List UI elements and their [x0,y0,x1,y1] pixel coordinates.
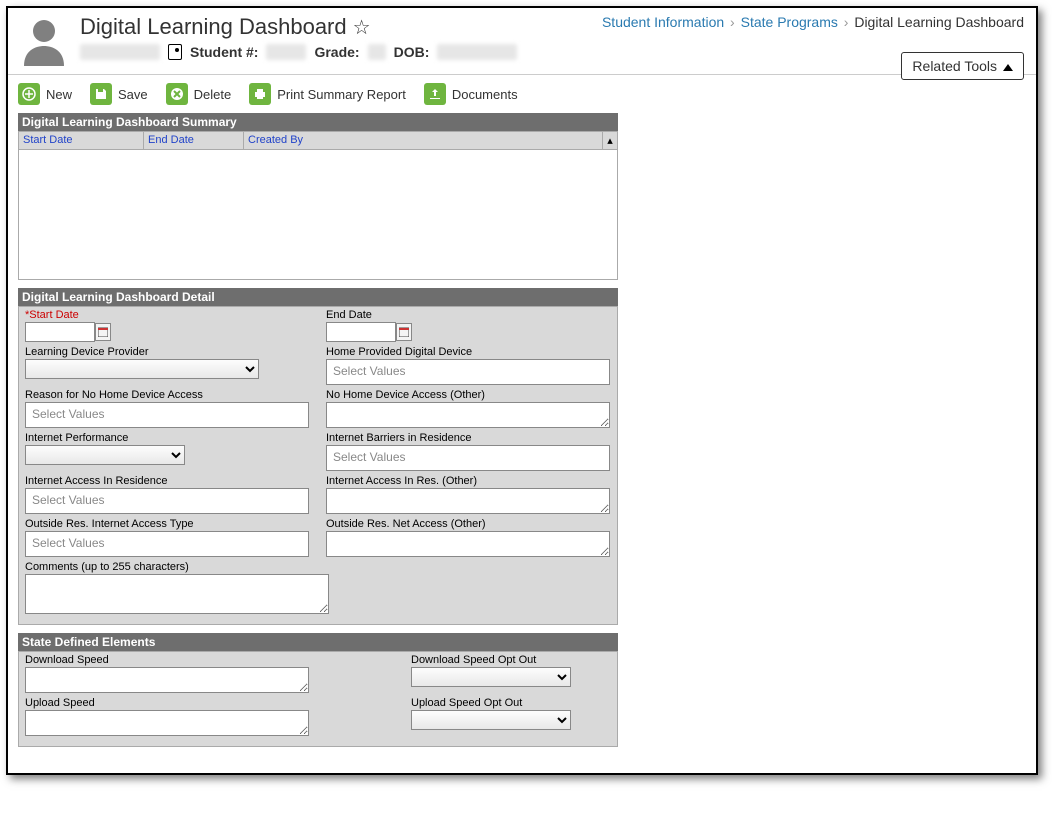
learning-device-provider-label: Learning Device Provider [25,346,310,358]
upload-speed-label: Upload Speed [25,697,395,709]
col-end-date[interactable]: End Date [148,134,194,146]
internet-access-res-other-textarea[interactable] [326,488,610,514]
upload-icon [424,83,446,105]
end-date-input[interactable] [326,322,396,342]
outside-other-textarea[interactable] [326,531,610,557]
download-opt-select[interactable] [411,667,571,687]
breadcrumb-state-programs[interactable]: State Programs [741,14,838,30]
reason-no-home-label: Reason for No Home Device Access [25,389,310,401]
col-start-date[interactable]: Start Date [23,134,73,146]
delete-button[interactable]: Delete [166,83,232,105]
avatar [18,14,70,66]
outside-other-label: Outside Res. Net Access (Other) [326,518,611,530]
chevron-right-icon: › [730,14,735,30]
download-opt-label: Download Speed Opt Out [411,654,571,666]
plus-icon [18,83,40,105]
internet-access-res-other-label: Internet Access In Res. (Other) [326,475,611,487]
internet-barriers-multiselect[interactable]: Select Values [326,445,610,471]
col-created-by[interactable]: Created By [248,134,303,146]
upload-opt-select[interactable] [411,710,571,730]
favorite-star-icon[interactable]: ☆ [353,15,371,40]
page-title: Digital Learning Dashboard [80,14,347,40]
outside-type-label: Outside Res. Internet Access Type [25,518,310,530]
dob-label: DOB: [394,44,430,60]
student-name-redacted: xxxx [80,44,160,60]
home-device-label: Home Provided Digital Device [326,346,611,358]
print-icon [249,83,271,105]
download-speed-textarea[interactable] [25,667,309,693]
breadcrumb: Student Information › State Programs › D… [602,14,1024,30]
internet-access-res-multiselect[interactable]: Select Values [25,488,309,514]
internet-barriers-label: Internet Barriers in Residence [326,432,611,444]
chevron-right-icon: › [844,14,849,30]
dob-redacted: xx [437,44,517,60]
student-number-label: Student #: [190,44,258,60]
documents-button[interactable]: Documents [424,83,518,105]
delete-icon [166,83,188,105]
scroll-up-icon[interactable]: ▴ [603,132,617,149]
internet-perf-label: Internet Performance [25,432,310,444]
save-button[interactable]: Save [90,83,148,105]
no-home-other-label: No Home Device Access (Other) [326,389,611,401]
calendar-icon[interactable] [396,323,412,341]
download-speed-label: Download Speed [25,654,395,666]
no-home-other-textarea[interactable] [326,402,610,428]
summary-grid-body[interactable] [18,150,618,280]
related-tools-label: Related Tools [912,58,997,74]
student-number-redacted: xx [266,44,306,60]
id-card-icon [168,44,182,60]
comments-label: Comments (up to 255 characters) [25,561,329,573]
upload-opt-label: Upload Speed Opt Out [411,697,571,709]
detail-header: Digital Learning Dashboard Detail [18,288,618,306]
end-date-label: End Date [326,309,611,321]
chevron-up-icon [1003,58,1013,74]
print-button[interactable]: Print Summary Report [249,83,406,105]
grade-label: Grade: [314,44,359,60]
related-tools-button[interactable]: Related Tools [901,52,1024,80]
start-date-label: *Start Date [25,309,310,321]
home-device-multiselect[interactable]: Select Values [326,359,610,385]
calendar-icon[interactable] [95,323,111,341]
reason-no-home-multiselect[interactable]: Select Values [25,402,309,428]
breadcrumb-current: Digital Learning Dashboard [854,14,1024,30]
summary-header: Digital Learning Dashboard Summary [18,113,618,131]
state-header: State Defined Elements [18,633,618,651]
new-button[interactable]: New [18,83,72,105]
breadcrumb-student-info[interactable]: Student Information [602,14,724,30]
comments-textarea[interactable] [25,574,329,614]
save-icon [90,83,112,105]
internet-access-res-label: Internet Access In Residence [25,475,310,487]
start-date-input[interactable] [25,322,95,342]
grade-redacted: x [368,44,386,60]
internet-perf-select[interactable] [25,445,185,465]
summary-grid-header: Start Date End Date Created By ▴ [18,131,618,150]
learning-device-provider-select[interactable] [25,359,259,379]
upload-speed-textarea[interactable] [25,710,309,736]
outside-type-multiselect[interactable]: Select Values [25,531,309,557]
